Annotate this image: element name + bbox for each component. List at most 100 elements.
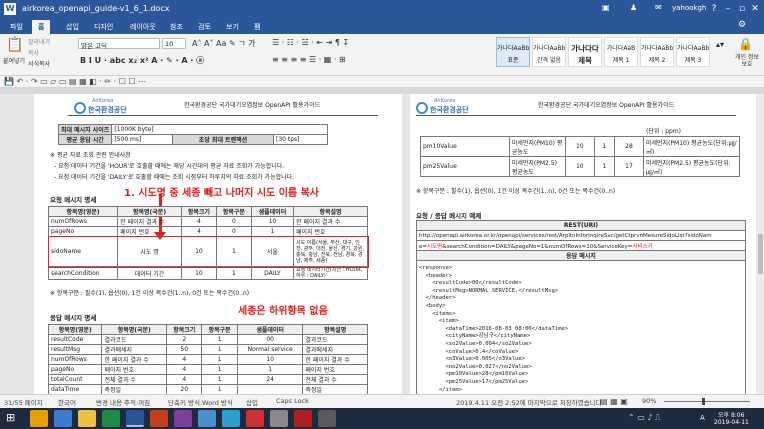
table-row: searchCondition 데이터 기간 10 1 DAILY 요청 데이터기간(시간… [47,266,368,280]
app-icon[interactable] [270,410,288,427]
cell: 페이지 번호 [117,226,182,237]
annotation-sejong: 세종은 하위항목 없음 [238,306,328,317]
edge-icon[interactable] [54,410,72,427]
tab-design[interactable]: 디자인 [88,20,119,34]
tab-review[interactable]: 검토 [192,20,217,34]
clock-time[interactable]: 오후 8:06 [718,410,744,419]
tab-file[interactable]: 파일 [4,20,29,34]
rest-url-prefix: e= [419,243,427,250]
cell: 10 [236,354,304,365]
page-indicator[interactable]: 31/55 페이지 [4,397,43,407]
style-heading1[interactable]: 가나다AaB 제목 1 [604,37,638,67]
privacy-icon[interactable]: 🔒 [738,37,753,51]
copy-button[interactable]: 복사 [28,48,39,57]
example-title: 요청 / 응답 메시지 예제 [416,212,482,220]
cell: 1 [201,344,238,355]
clock-date[interactable]: 2019-04-11 [714,419,749,426]
notification-icon[interactable]: ✉ [655,3,662,12]
excel-icon[interactable] [102,410,120,427]
explorer-icon[interactable] [78,410,96,427]
cell: 10 [564,136,595,157]
tab-references[interactable]: 참조 [164,20,189,34]
cell: 요청 데이터기간(시간 : HOUR, 하루 : DAILY) [293,266,368,280]
cell: pageNo [47,226,119,237]
tab-team[interactable]: 팸 [248,20,266,34]
chrome-icon[interactable] [30,410,48,427]
note-daily: - 요청 데이터 기간을 'DAILY'로 호출할 때에는 조회 시점부터 하루… [54,174,295,181]
tray-icons[interactable]: ⌃ ▭ ♪ ⎍ [628,413,661,423]
style-title[interactable]: 가나다다 제목 [568,37,602,67]
cell: 페이지 번호 [101,364,168,375]
language-indicator[interactable]: 한국어 [58,397,76,407]
col-header: 항목구분 [215,206,252,217]
settings-icon[interactable]: ⚙ [738,20,746,30]
align-icons[interactable]: ≡ ≡ ≡ ≡ ☰ · ▦ · ⊞ [272,55,346,64]
tab-layout[interactable]: 레이아웃 [124,20,162,34]
privacy-button[interactable]: 개인 정보 보호 [732,54,762,68]
font-format-icons[interactable]: B I U · abc x₂ x² A · ✎ · A · ⓐ [80,55,204,66]
view-mode-icons[interactable]: ▤ ▦ ▣ [600,397,628,406]
font-grow-icon[interactable]: A˄ A˅ Aa ✎ ㄱ 가 [192,38,255,49]
right-page: AirKorea 한국환경공단 한국환경공단 국가대기오염정보 OpenAPI … [410,94,756,394]
header-rule [416,115,736,116]
list-icons[interactable]: ☰ · ☷ · ☱ · ⇤ ⇥ ¶ ↧ [272,38,349,47]
paste-icon[interactable]: 📋 [6,37,23,53]
format-painter-button[interactable]: 서식복사 [28,59,50,68]
zoom-level[interactable]: 90% [642,397,656,405]
powerpoint-icon[interactable] [150,410,168,427]
ribbon-display-icon[interactable]: ▣ [602,3,610,12]
header-rule [68,115,378,116]
document-area: AirKorea 한국환경공단 한국환경공단 국가대기오염정보 OpenAPI … [0,94,764,394]
close-button[interactable]: ✕ [746,0,764,18]
font-size-select[interactable]: 10 [162,38,186,49]
cut-button[interactable]: 잘라내기 [28,37,50,46]
status-bar: 31/55 페이지 한국어 변경 내용 추적:꺼짐 단축키 방식:Word 방식… [0,394,764,408]
airkorea-logo: AirKorea 한국환경공단 [74,98,127,114]
share-icon[interactable]: ♟ [630,3,637,12]
ime-indicator[interactable]: A [700,414,705,422]
cell: 28 [614,136,644,157]
cell: 4 [166,354,203,365]
cell: 20 [166,384,203,394]
cell: 전체 결과 수 [101,374,168,385]
table-row: totalCount 전체 결과 수 4 1 24 전체 결과 수 [47,374,368,385]
tab-view[interactable]: 보기 [220,20,245,34]
track-changes-indicator[interactable]: 변경 내용 추적:꺼짐 [96,397,150,407]
style-preview: 가나다AaBb [641,45,674,52]
tab-home[interactable]: 홈 [32,20,51,34]
user-name[interactable]: yahookgh [672,4,706,12]
app-icon[interactable] [198,410,216,427]
info-value: [1000K byte] [111,124,328,135]
app-icon[interactable] [246,410,264,427]
style-no-spacing[interactable]: 가나다AaBb 간격 없음 [532,37,566,67]
shortcut-mode-indicator[interactable]: 단축키 방식:Word 방식 [168,397,233,407]
cell: 미세먼지(PM10) 평균농도(단위:㎍/㎥) [643,136,740,157]
request-title: 요청 메시지 명세 [50,196,97,204]
style-normal[interactable]: 가나다AaBb 표준 [496,37,530,67]
table-row: pageNo 페이지 번호 4 0 1 페이지 번호 [47,226,368,237]
cell: 한 페이지 결과 수 [101,354,168,365]
app-icon[interactable] [294,410,312,427]
style-heading3[interactable]: 가나다AaBbC 제목 3 [676,37,710,67]
app-icon[interactable] [318,410,336,427]
zoom-slider[interactable] [664,401,750,402]
vertical-scrollbar[interactable] [757,94,764,394]
zoom-slider-thumb[interactable] [702,398,705,405]
app-icon[interactable] [222,410,240,427]
table-row: pageNo 페이지 번호 4 1 1 페이지 번호 [47,364,368,375]
quick-access-icons[interactable]: 💾 ↶ · ↷ ▭ ▱ ▭ ▤ ▦ ◧ · ✏ · ☐ ☐ ⋯ [4,77,146,86]
insert-mode-indicator[interactable]: 삽입 [246,397,258,407]
word-icon[interactable]: W [4,3,16,15]
windows-start-icon[interactable]: ⊞ [6,411,15,424]
paste-label[interactable]: 붙여넣기 [3,56,25,65]
page-header: 한국환경공단 국가대기오염정보 OpenAPI 활용가이드 [538,102,675,109]
logo-circle-icon [416,102,428,114]
styles-scroll-icon[interactable]: ▴▾ [716,40,724,49]
word-taskbar-icon[interactable] [126,410,144,427]
font-name-select[interactable]: 맑은 고딕 [78,38,160,50]
tab-insert[interactable]: 삽입 [60,20,85,34]
scrollbar-thumb[interactable] [758,234,763,274]
onenote-icon[interactable] [174,410,192,427]
style-heading2[interactable]: 가나다AaBb 제목 2 [640,37,674,67]
cell: 10 [564,156,595,177]
